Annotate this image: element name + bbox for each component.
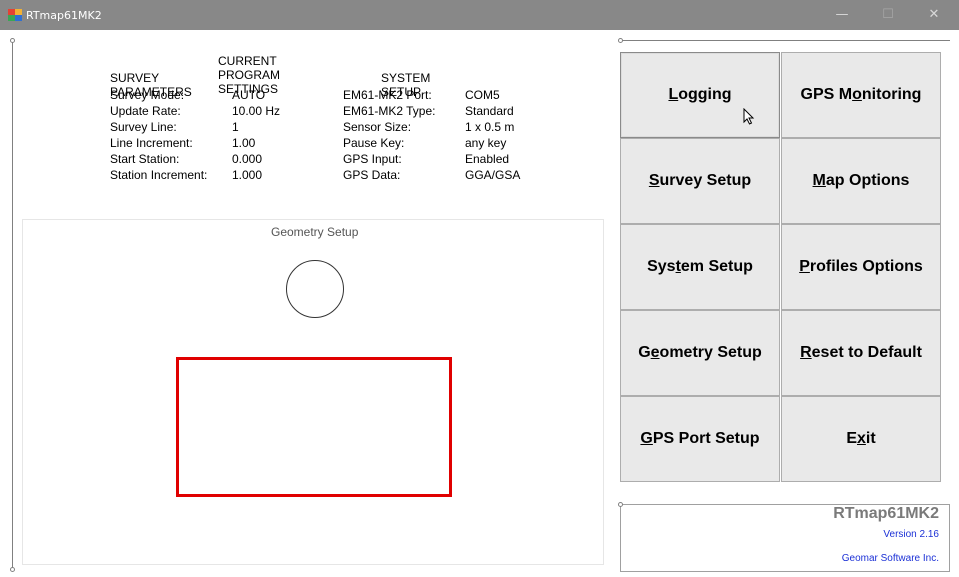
system-setting-value: GGA/GSA: [465, 168, 521, 182]
survey-setting-value: 10.00 Hz: [232, 104, 281, 118]
profiles-options-button[interactable]: Profiles Options: [781, 224, 941, 310]
system-setting-value: Standard: [465, 104, 514, 118]
mouse-cursor-icon: [743, 108, 755, 125]
survey-setting-label: Update Rate:: [110, 104, 181, 118]
reset-to-default-button[interactable]: Reset to Default: [781, 310, 941, 396]
button-label: GPS Monitoring: [800, 86, 922, 103]
survey-setting-value: 0.000: [232, 152, 263, 166]
direction-arrow-head-icon: [45, 250, 57, 262]
logging-button[interactable]: Logging: [620, 52, 780, 138]
survey-setting-label: Survey Mode:: [110, 88, 185, 102]
system-setting-label: Pause Key:: [343, 136, 405, 150]
button-label: Profiles Options: [799, 258, 923, 275]
survey-setting-value: 1.000: [232, 168, 263, 182]
left-frame-line: [12, 40, 13, 570]
app-icon: [8, 9, 22, 21]
button-label: Reset to Default: [800, 344, 922, 361]
exit-button[interactable]: Exit: [781, 396, 941, 482]
app-name-label: RTmap61MK2: [833, 505, 939, 522]
system-setting-label: EM61-MK2 Port:: [343, 88, 432, 102]
sensor-coil-rectangle: [176, 357, 452, 497]
system-setting-label: Sensor Size:: [343, 120, 412, 134]
gps-monitoring-button[interactable]: GPS Monitoring: [781, 52, 941, 138]
minimize-button[interactable]: —: [819, 0, 865, 30]
button-label: Map Options: [812, 172, 910, 189]
title-bar[interactable]: RTmap61MK2 — ☐ ✕: [0, 0, 959, 30]
map-options-button[interactable]: Map Options: [781, 138, 941, 224]
gps-antenna-circle: [286, 260, 344, 318]
survey-setting-value: AUTO: [232, 88, 266, 102]
maximize-button[interactable]: ☐: [865, 0, 911, 30]
survey-setup-button[interactable]: Survey Setup: [620, 138, 780, 224]
version-label: Version 2.16: [883, 529, 939, 540]
system-setup-button[interactable]: System Setup: [620, 224, 780, 310]
button-grid-frame: [620, 40, 950, 41]
survey-setting-label: Start Station:: [110, 152, 180, 166]
button-label: GPS Port Setup: [640, 430, 760, 447]
close-button[interactable]: ✕: [911, 0, 957, 30]
survey-setting-label: Survey Line:: [110, 120, 177, 134]
about-info-box: RTmap61MK2 Version 2.16 Geomar Software …: [620, 504, 950, 572]
gps-port-setup-button[interactable]: GPS Port Setup: [620, 396, 780, 482]
system-setting-label: EM61-MK2 Type:: [343, 104, 436, 118]
system-setting-value: any key: [465, 136, 507, 150]
geometry-panel-title: Geometry Setup: [271, 225, 359, 239]
survey-setting-label: Station Increment:: [110, 168, 208, 182]
window-title: RTmap61MK2: [26, 9, 102, 22]
direction-arrow-icon: [50, 262, 52, 462]
system-setting-value: COM5: [465, 88, 500, 102]
system-setting-label: GPS Input:: [343, 152, 402, 166]
geometry-panel: Geometry Setup: [22, 219, 604, 565]
survey-setting-label: Line Increment:: [110, 136, 193, 150]
system-setting-label: GPS Data:: [343, 168, 401, 182]
survey-setting-value: 1: [232, 120, 239, 134]
frame-pin-bottom-left: [10, 567, 15, 572]
grid-pin: [618, 38, 623, 43]
button-label: System Setup: [647, 258, 753, 275]
info-pin: [618, 502, 623, 507]
system-setting-value: 1 x 0.5 m: [465, 120, 515, 134]
button-label: Exit: [846, 430, 876, 447]
company-label: Geomar Software Inc.: [841, 553, 939, 564]
button-label: Logging: [668, 86, 732, 103]
frame-pin-top-left: [10, 38, 15, 43]
geometry-setup-button[interactable]: Geometry Setup: [620, 310, 780, 396]
button-label: Survey Setup: [648, 172, 752, 189]
system-setting-value: Enabled: [465, 152, 510, 166]
survey-setting-value: 1.00: [232, 136, 256, 150]
button-label: Geometry Setup: [638, 344, 762, 361]
